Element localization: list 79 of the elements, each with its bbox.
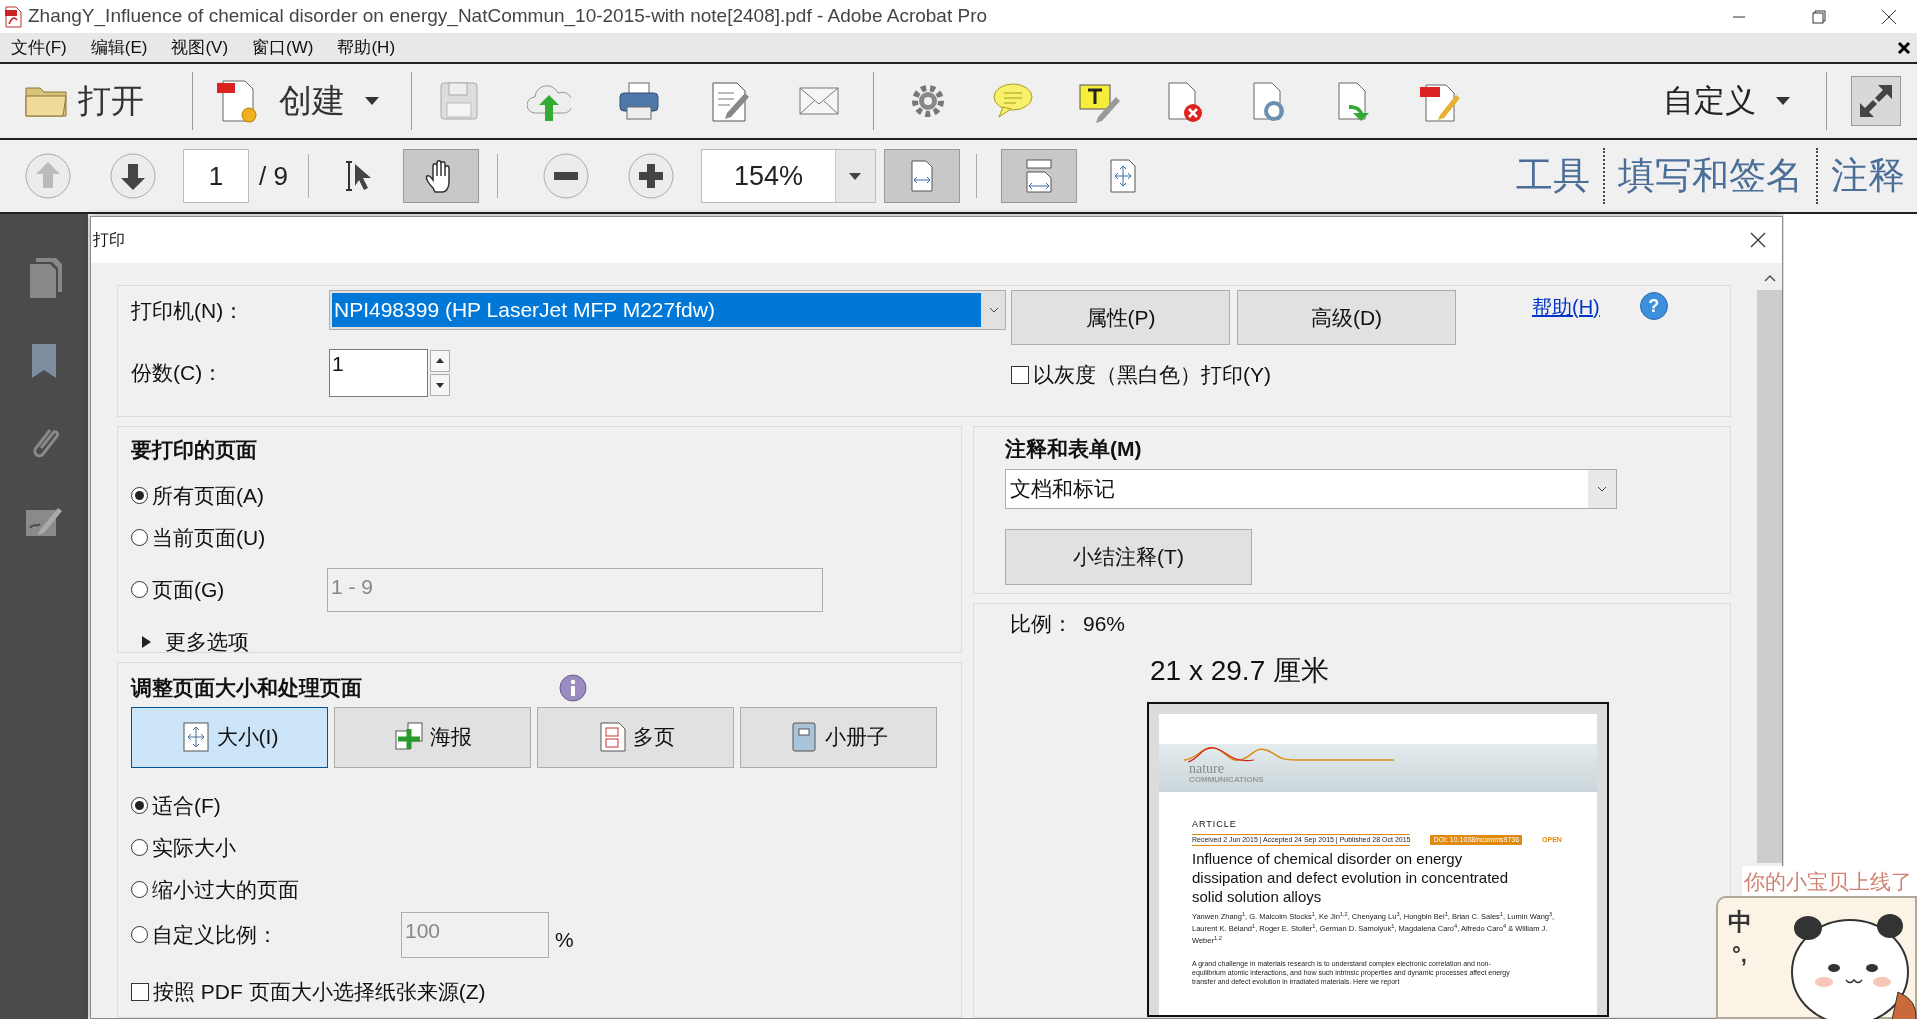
journal-subtitle: COMMUNICATIONS [1189, 776, 1265, 784]
info-icon[interactable] [558, 672, 588, 703]
up-caret-icon[interactable] [1763, 274, 1776, 282]
layout-tab[interactable]: 小册子 [740, 706, 937, 768]
open-button[interactable]: 打开 [24, 71, 144, 131]
caret-icon [849, 172, 862, 180]
new-document-icon [215, 77, 259, 125]
paper-size-label: 21 x 29.7 厘米 [1150, 654, 1330, 688]
input-method-widget[interactable]: 你的小宝贝上线了 中 °, [1712, 866, 1917, 1019]
fit-visible-button[interactable] [1000, 149, 1077, 203]
scale-label: 比例： [1010, 612, 1073, 636]
printer-icon[interactable] [617, 79, 661, 123]
printer-dropdown[interactable]: NPI498399 (HP LaserJet MFP M227fdw) [329, 290, 1006, 330]
menu-item[interactable]: 帮助(H) [326, 34, 409, 61]
dialog-title: 打印 [92, 230, 125, 250]
percent-sign: % [555, 927, 574, 952]
radio-option[interactable]: 页面(G) [131, 577, 327, 602]
copies-spinner[interactable] [430, 350, 450, 396]
restore-icon[interactable] [1812, 9, 1826, 24]
scale-value: 96% [1083, 612, 1126, 636]
caret-icon [365, 97, 379, 105]
printer-label: 打印机(N)： [131, 298, 246, 323]
pane-tab[interactable]: 注释 [1831, 148, 1905, 204]
layout-tab[interactable]: 海报 [334, 706, 531, 768]
article-title: Influence of chemical disorder on energy dissipation and defect evolution in concentrated solid solution alloys [1192, 849, 1510, 906]
punctuation-mode-label: °, [1732, 941, 1747, 969]
radio-option[interactable]: 当前页面(U) [131, 525, 961, 550]
close-icon[interactable] [1881, 8, 1897, 25]
triangle-right-icon [142, 635, 151, 648]
customize-button[interactable]: 自定义 [1663, 77, 1790, 125]
down-caret-icon [430, 374, 450, 396]
grayscale-checkbox[interactable]: 以灰度（黑白色）打印(Y) [1011, 363, 1730, 387]
input-mode-label: 中 [1728, 907, 1752, 937]
menu-item[interactable]: 窗口(W) [241, 34, 327, 61]
radio-option[interactable]: 自定义比例： [131, 922, 401, 947]
hand-tool-button[interactable] [402, 149, 479, 203]
chevron-down-icon [1597, 485, 1607, 492]
more-options-toggle[interactable]: 更多选项 [142, 629, 961, 654]
page-number-field[interactable]: 1 [183, 149, 249, 203]
section-heading: 调整页面大小和处理页面 [131, 675, 363, 701]
zoom-out-icon[interactable] [541, 152, 590, 200]
menu-item[interactable]: 编辑(E) [79, 34, 161, 61]
help-link[interactable]: 帮助(H) [1532, 292, 1600, 322]
chevron-down-icon [989, 307, 999, 313]
section-heading: 注释和表单(M) [1005, 436, 1143, 462]
radio-option[interactable]: 缩小过大的页面 [131, 877, 961, 902]
advanced-button[interactable]: 高级(D) [1237, 290, 1456, 345]
caret-icon [1776, 97, 1790, 105]
pane-tab[interactable]: 填写和签名 [1618, 148, 1803, 204]
summarize-comments-button[interactable]: 小结注释(T) [1005, 528, 1252, 585]
full-screen-button[interactable] [1851, 76, 1901, 126]
close-icon[interactable] [1897, 40, 1911, 55]
page-count: / 9 [259, 159, 288, 193]
zoom-in-icon[interactable] [626, 152, 675, 200]
pane-tab[interactable]: 工具 [1516, 148, 1590, 204]
menu-item[interactable]: 文件(F) [0, 34, 80, 61]
radio-option[interactable]: 适合(F) [131, 793, 961, 818]
section-heading: 要打印的页面 [131, 437, 258, 463]
poster-layout-icon [393, 721, 426, 753]
journal-name: nature [1189, 762, 1225, 776]
pdf-file-icon [4, 5, 22, 28]
copies-field[interactable]: 1 [329, 349, 428, 397]
layout-tab[interactable]: 多页 [537, 706, 734, 768]
fit-width-button[interactable] [883, 149, 960, 203]
create-button[interactable]: 创建 [215, 71, 379, 131]
comments-dropdown[interactable]: 文档和标记 [1005, 468, 1617, 509]
paper-source-checkbox[interactable]: 按照 PDF 页面大小选择纸张来源(Z) [131, 979, 961, 1004]
radio-option[interactable]: 实际大小 [131, 835, 961, 860]
layout-tab[interactable]: 大小(I) [131, 706, 328, 768]
zoom-dropdown[interactable]: 154% [700, 149, 876, 203]
scroll-bar[interactable] [1757, 263, 1782, 863]
copies-label: 份数(C)： [131, 361, 225, 385]
close-icon[interactable] [1750, 232, 1766, 248]
menu-item[interactable]: 视图(V) [160, 34, 242, 61]
window-title: ZhangY_Influence of chemical disorder on energy_NatCommun_10-2015-with note[2408].pdf - Adobe Acrobat Pro [28, 4, 988, 29]
properties-button[interactable]: 属性(P) [1011, 290, 1230, 345]
radio-option[interactable]: 所有页面(A) [131, 483, 961, 508]
up-caret-icon [430, 350, 450, 372]
article-type: ARTICLE [1192, 818, 1238, 831]
